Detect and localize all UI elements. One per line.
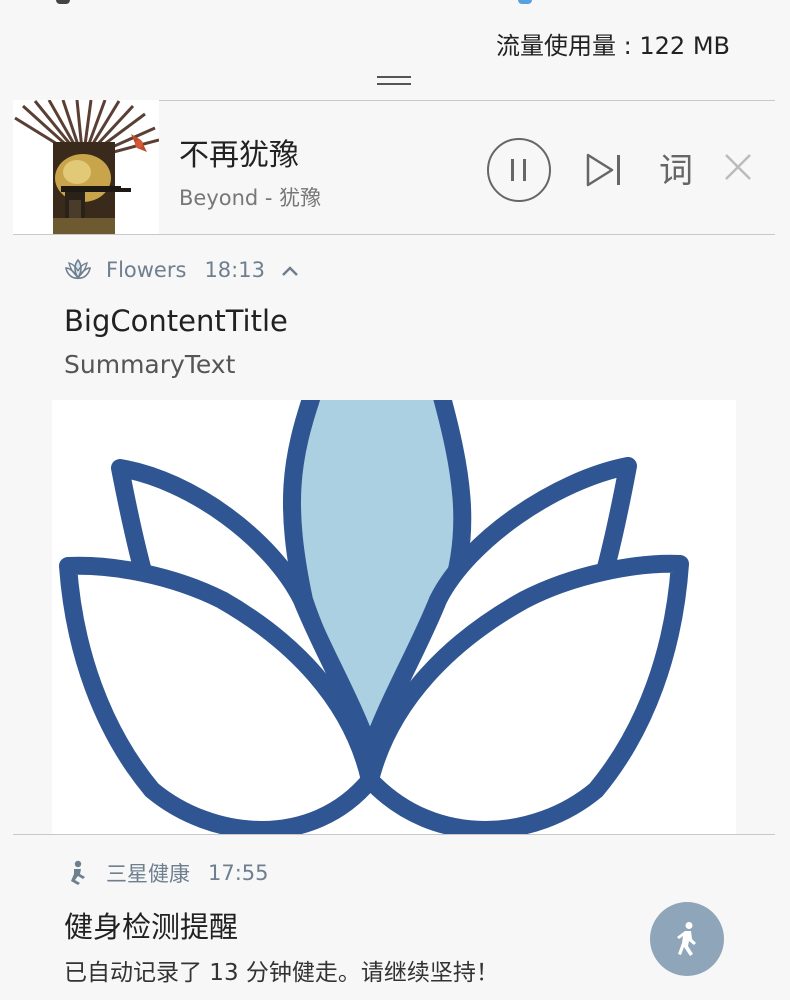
notification-text: 已自动记录了 13 分钟健走。请继续坚持！	[64, 960, 499, 986]
album-art-image	[13, 100, 159, 234]
walk-action-button[interactable]	[650, 902, 724, 976]
lotus-icon	[64, 256, 92, 284]
song-artist: Beyond - 犹豫	[179, 186, 322, 210]
health-person-icon	[64, 859, 92, 887]
walking-person-icon	[677, 922, 696, 956]
divider	[13, 834, 775, 835]
app-name: Flowers	[106, 258, 187, 282]
media-player-notification[interactable]: 不再犹豫 Beyond - 犹豫 词	[13, 100, 775, 234]
notification-title: 健身检测提醒	[64, 910, 239, 944]
flowers-notification-header[interactable]: Flowers 18:13	[64, 256, 299, 284]
close-icon	[725, 154, 751, 180]
data-usage-label: 流量使用量 : 122 MB	[496, 32, 730, 60]
app-name: 三星健康	[106, 862, 190, 886]
notification-title: BigContentTitle	[64, 304, 288, 338]
status-bar-remnant	[0, 0, 790, 6]
drag-handle[interactable]	[377, 76, 411, 88]
skip-next-icon	[586, 153, 620, 187]
health-notification-header[interactable]: 三星健康 17:55	[64, 858, 269, 888]
status-icon	[56, 0, 70, 4]
chevron-up-icon[interactable]	[281, 258, 299, 282]
pause-icon	[511, 159, 526, 181]
lyrics-button[interactable]: 词	[651, 142, 701, 192]
lotus-flower-image	[52, 400, 736, 834]
pause-button[interactable]	[487, 138, 551, 202]
skip-next-button[interactable]	[579, 145, 629, 195]
status-icon	[518, 0, 532, 4]
notification-time: 18:13	[204, 258, 265, 282]
close-button[interactable]	[713, 142, 763, 192]
song-title: 不再犹豫	[179, 138, 299, 173]
divider	[13, 234, 775, 235]
notification-summary: SummaryText	[64, 350, 236, 379]
notification-time: 17:55	[208, 861, 269, 885]
